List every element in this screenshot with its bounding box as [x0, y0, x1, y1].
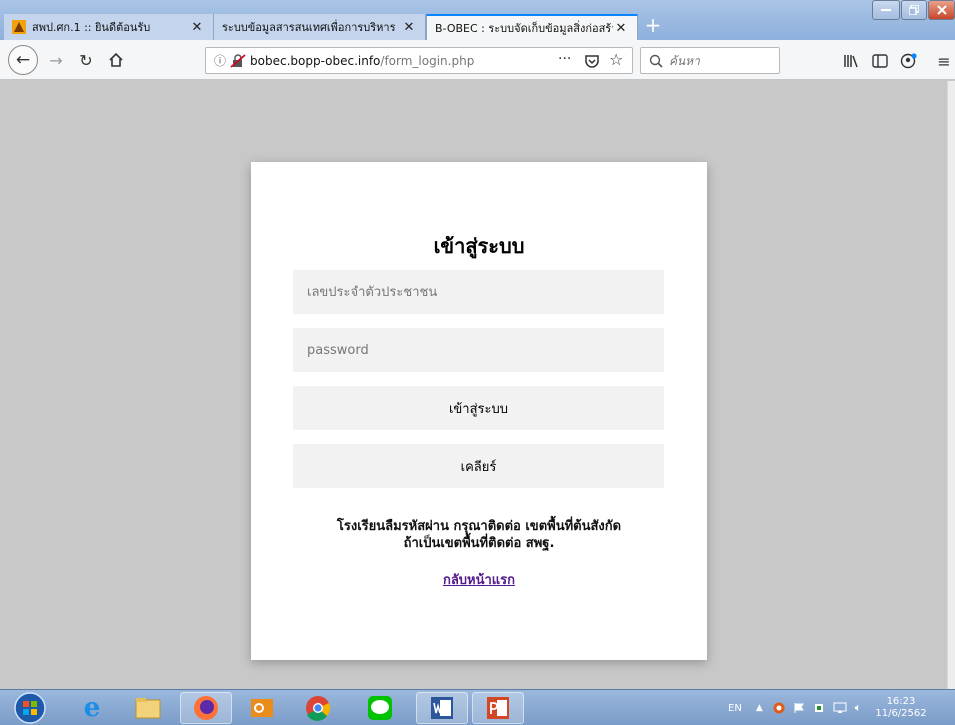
- taskbar-chrome[interactable]: [292, 692, 344, 724]
- taskbar-word[interactable]: [416, 692, 468, 724]
- url-text[interactable]: bobec.bopp-obec.info/form_login.php: [250, 54, 474, 68]
- tab-1[interactable]: สพป.ศก.1 :: ยินดีต้อนรับ ✕: [4, 14, 214, 40]
- back-button[interactable]: ←: [8, 45, 38, 75]
- tab-2[interactable]: ระบบข้อมูลสารสนเทศเพื่อการบริหาร ✕: [214, 14, 426, 40]
- windows-taskbar: e EN ▲ 🔈︎ 16:23 11/6/2562: [0, 689, 955, 725]
- tab-3-active[interactable]: B-OBEC : ระบบจัดเก็บข้อมูลสิ่งก่อสร้าง ✕: [426, 14, 638, 40]
- search-input[interactable]: [669, 53, 769, 68]
- antivirus-icon[interactable]: [773, 702, 785, 714]
- clock-time: 16:23: [886, 696, 916, 707]
- url-bar[interactable]: ⓘ bobec.bopp-obec.info/form_login.php ··…: [205, 47, 633, 74]
- close-tab-icon[interactable]: ✕: [189, 20, 205, 35]
- reload-button[interactable]: ↻: [74, 48, 98, 72]
- network-icon[interactable]: [833, 702, 847, 714]
- password-input[interactable]: [293, 328, 664, 372]
- account-icon[interactable]: [900, 52, 918, 70]
- login-submit-button[interactable]: เข้าสู่ระบบ: [293, 386, 664, 430]
- new-tab-button[interactable]: +: [640, 14, 666, 38]
- start-button[interactable]: [8, 692, 52, 724]
- tab-1-title: สพป.ศก.1 :: ยินดีต้อนรับ: [32, 21, 151, 34]
- action-center-flag-icon[interactable]: [793, 702, 805, 714]
- taskbar-firefox[interactable]: [180, 692, 232, 724]
- reload-icon: ↻: [79, 50, 93, 70]
- device-icon[interactable]: [813, 702, 825, 714]
- back-to-home-link[interactable]: กลับหน้าแรก: [443, 573, 515, 588]
- taskbar-powerpoint[interactable]: [472, 692, 524, 724]
- taskbar-file-explorer[interactable]: [122, 692, 174, 724]
- login-title: เข้าสู่ระบบ: [433, 234, 525, 258]
- firefox-icon: [194, 696, 218, 720]
- arrow-left-icon: ←: [15, 50, 31, 70]
- library-icon[interactable]: [842, 52, 860, 70]
- close-window-button[interactable]: [928, 0, 955, 20]
- school-logo-icon: [12, 20, 26, 34]
- info-icon[interactable]: ⓘ: [214, 52, 226, 69]
- line-app-icon: [368, 696, 392, 720]
- clock[interactable]: 16:23 11/6/2562: [875, 696, 926, 720]
- search-icon: [649, 54, 663, 68]
- taskbar-outlook[interactable]: [236, 692, 288, 724]
- clock-date: 11/6/2562: [875, 708, 927, 719]
- home-icon: [109, 52, 123, 67]
- powerpoint-icon: [487, 697, 509, 719]
- word-icon: [431, 697, 453, 719]
- menu-icon[interactable]: ≡: [935, 52, 953, 71]
- forward-button[interactable]: →: [44, 48, 68, 72]
- tab-3-title: B-OBEC : ระบบจัดเก็บข้อมูลสิ่งก่อสร้าง: [435, 22, 613, 35]
- bookmark-star-icon[interactable]: ☆: [609, 50, 623, 69]
- folder-icon: [135, 698, 161, 719]
- login-card: เข้าสู่ระบบ เข้าสู่ระบบ เคลียร์ โรงเรียน…: [251, 162, 707, 660]
- close-tab-icon[interactable]: ✕: [613, 21, 629, 36]
- system-tray: EN ▲ 🔈︎ 16:23 11/6/2562: [728, 690, 927, 725]
- chrome-icon: [306, 696, 331, 721]
- note-line-1: โรงเรียนลืมรหัสผ่าน กรุณาติดต่อ เขตพื้นท…: [336, 519, 622, 534]
- home-button[interactable]: [104, 48, 128, 72]
- search-bar[interactable]: [640, 47, 780, 74]
- note-line-2: ถ้าเป็นเขตพื้นที่ติดต่อ สพฐ.: [403, 536, 555, 551]
- pocket-icon[interactable]: [584, 53, 600, 69]
- outlook-icon: [251, 699, 273, 717]
- insecure-lock-icon[interactable]: [230, 53, 246, 68]
- minimize-button[interactable]: [872, 0, 900, 20]
- language-indicator[interactable]: EN: [728, 703, 742, 714]
- vertical-scrollbar[interactable]: [947, 81, 955, 689]
- tab-strip: สพป.ศก.1 :: ยินดีต้อนรับ ✕ ระบบข้อมูลสาร…: [0, 0, 955, 40]
- home-link-wrapper: กลับหน้าแรก: [251, 569, 707, 590]
- clear-button[interactable]: เคลียร์: [293, 444, 664, 488]
- navigation-toolbar: ← → ↻ ⓘ bobec.bopp-obec.info/form_login.…: [0, 40, 955, 80]
- volume-icon[interactable]: 🔈︎: [855, 701, 862, 715]
- page-actions-icon[interactable]: ···: [558, 51, 571, 67]
- close-tab-icon[interactable]: ✕: [401, 20, 417, 35]
- sidebar-icon[interactable]: [871, 52, 889, 70]
- forgot-password-note: โรงเรียนลืมรหัสผ่าน กรุณาติดต่อ เขตพื้นท…: [251, 518, 707, 552]
- windows-start-icon: [14, 692, 46, 724]
- taskbar-line[interactable]: [354, 692, 406, 724]
- tab-2-title: ระบบข้อมูลสารสนเทศเพื่อการบริหาร: [222, 21, 396, 34]
- citizen-id-input[interactable]: [293, 270, 664, 314]
- taskbar-internet-explorer[interactable]: e: [66, 692, 118, 724]
- restore-button[interactable]: [901, 0, 927, 20]
- arrow-right-icon: →: [49, 50, 63, 70]
- show-hidden-icons-icon[interactable]: ▲: [756, 703, 763, 713]
- internet-explorer-icon: e: [83, 693, 101, 723]
